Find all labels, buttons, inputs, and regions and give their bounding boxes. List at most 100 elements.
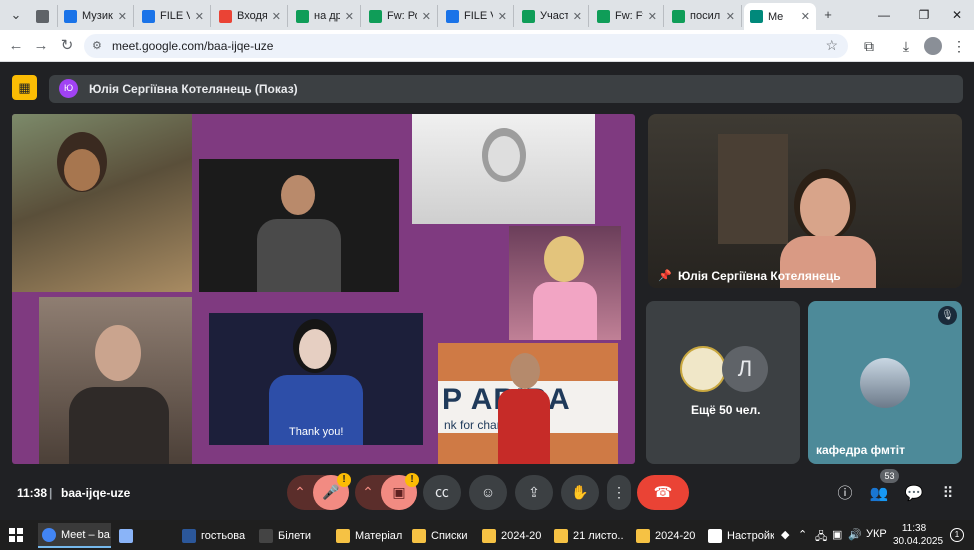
volume-icon[interactable]: 🔊 (848, 528, 862, 541)
taskbar-item[interactable]: Настройки (704, 523, 774, 548)
notifications-icon[interactable]: 1 (950, 528, 964, 542)
profile-avatar[interactable] (924, 37, 942, 55)
department-tile[interactable]: 🎙 кафедра фмтіт (808, 301, 962, 464)
taskbar-item[interactable]: 2024-2025 (632, 523, 696, 548)
browser-tab[interactable]: на дру ✕ (290, 5, 361, 27)
tab-close-icon[interactable]: ✕ (498, 10, 507, 23)
tray-app2-icon[interactable]: ▣ (832, 528, 842, 541)
classroom-icon (296, 9, 309, 23)
tab-close-icon[interactable]: ✕ (726, 10, 735, 23)
taskbar-item[interactable]: 21 листо... (550, 523, 624, 548)
network-icon[interactable]: 🖧 (815, 528, 827, 547)
others-count-label: Ещё 50 чел. (691, 403, 761, 417)
word-icon (182, 528, 196, 543)
activities-grid-icon[interactable]: ⠿ (937, 483, 959, 505)
tab-search-icon[interactable]: ⌄ (6, 6, 26, 24)
tab-close-icon[interactable]: ✕ (118, 10, 127, 23)
leave-call-icon[interactable]: ☎ (637, 475, 689, 510)
tray-chevron-icon[interactable]: ⌃ (798, 528, 807, 541)
taskbar-item[interactable]: 2024-2025 (478, 523, 542, 548)
file-icon (142, 9, 155, 23)
taskbar-item-label: 2024-2025 (655, 529, 696, 542)
browser-tab[interactable] (30, 5, 58, 27)
tab-title: Участ (540, 10, 568, 22)
presenter-title: Юлія Сергіївна Котелянець (Показ) (89, 82, 298, 96)
tab-close-icon[interactable]: ✕ (345, 10, 354, 23)
mic-options-chevron-icon[interactable]: ⌃ (287, 475, 313, 510)
taskbar-item[interactable] (115, 523, 141, 548)
captions-button-icon[interactable]: ㏄ (423, 475, 461, 510)
windows-start-icon[interactable] (9, 528, 23, 542)
tab-close-icon[interactable]: ✕ (272, 10, 281, 23)
forward-arrow-icon[interactable]: → (32, 37, 50, 55)
browser-tab[interactable]: FILE V ✕ (440, 5, 514, 27)
speaker-tile[interactable]: 📌 Юлія Сергіївна Котелянець (648, 114, 962, 288)
shared-screen[interactable]: Thank you! P ARIBA nk for changing wo (12, 114, 635, 464)
presentation-icon[interactable]: ▦ (12, 75, 37, 100)
new-tab-button[interactable]: + (818, 6, 838, 24)
others-tile[interactable]: Л Ещё 50 чел. (646, 301, 800, 464)
letter-avatar: Л (722, 346, 768, 392)
presenter-bar: Ю Юлія Сергіївна Котелянець (Показ) (49, 75, 963, 103)
gif-blonde-girl (509, 226, 621, 340)
tab-title: на дру (314, 10, 340, 22)
taskbar-item[interactable]: Списки (408, 523, 470, 548)
browser-tab[interactable]: Участ ✕ (516, 5, 589, 27)
taskbar-item[interactable]: гостьова ... (178, 523, 248, 548)
taskbar-item-label: Meet – ba... (61, 528, 111, 541)
gif-tennis-player: P ARIBA nk for changing wo (438, 343, 618, 464)
url-text[interactable]: meet.google.com/baa-ijqe-uze (112, 39, 273, 53)
app-icon (259, 528, 273, 543)
site-info-icon[interactable]: ⚙ (92, 39, 102, 52)
browser-tab[interactable]: Me ✕ (744, 3, 816, 30)
browser-tab[interactable]: посил ✕ (666, 5, 742, 27)
tray-app-icon[interactable]: ◆ (781, 528, 789, 541)
menu-kebab-icon[interactable]: ⋮ (950, 37, 968, 55)
meeting-info-icon[interactable]: ⓘ (834, 483, 856, 505)
browser-tab[interactable]: Входя ✕ (213, 5, 288, 27)
tab-title: FILE V (160, 10, 190, 22)
address-bar[interactable]: ⚙ meet.google.com/baa-ijqe-uze ☆ (84, 34, 848, 58)
system-clock[interactable]: 11:38 30.04.2025 (893, 522, 943, 548)
browser-tab[interactable]: Музик ✕ (58, 5, 134, 27)
taskbar-item-label: гостьова ... (201, 529, 248, 542)
present-screen-icon[interactable]: ⇪ (515, 475, 553, 510)
download-icon[interactable]: ⤓ (897, 37, 915, 55)
classroom-icon (672, 9, 685, 23)
tab-close-icon[interactable]: ✕ (573, 10, 582, 23)
camera-warning-icon: ! (405, 473, 419, 487)
back-arrow-icon[interactable]: ← (7, 37, 25, 55)
tab-close-icon[interactable]: ✕ (195, 10, 204, 23)
tab-close-icon[interactable]: ✕ (422, 10, 431, 23)
emoji-reaction-icon[interactable]: ☺ (469, 475, 507, 510)
taskbar-item[interactable]: Матеріал... (332, 523, 402, 548)
separator: | (49, 486, 53, 500)
people-icon[interactable]: 👥 (868, 483, 890, 505)
extensions-icon[interactable]: ⧉ (860, 37, 878, 55)
language-indicator[interactable]: УКР (866, 528, 887, 540)
speaker-name: Юлія Сергіївна Котелянець (678, 269, 841, 283)
taskbar-item[interactable]: Meet – ba... (38, 523, 111, 548)
browser-tab[interactable]: Fw: Fv ✕ (591, 5, 664, 27)
bookmark-star-icon[interactable]: ☆ (825, 37, 838, 54)
gif-girl-clapping (12, 114, 192, 292)
tab-title: Fw: Fv (615, 10, 643, 22)
tab-title: Me (768, 10, 784, 23)
gif-man-ok-sign (39, 297, 192, 464)
chat-icon[interactable]: 💬 (903, 483, 925, 505)
camera-options-chevron-icon[interactable]: ⌃ (355, 475, 381, 510)
mic-warning-icon: ! (337, 473, 351, 487)
raise-hand-icon[interactable]: ✋ (561, 475, 599, 510)
restore-icon[interactable]: ❐ (915, 6, 933, 24)
more-options-icon[interactable]: ⋮ (607, 475, 631, 510)
browser-tab[interactable]: Fw: Ро ✕ (363, 5, 438, 27)
taskbar-item[interactable]: Білети (255, 523, 325, 548)
reload-icon[interactable]: ↻ (58, 37, 76, 55)
minimize-icon[interactable]: — (875, 6, 893, 24)
browser-tab[interactable]: FILE V ✕ (136, 5, 211, 27)
close-window-icon[interactable]: ✕ (948, 6, 966, 24)
tab-close-icon[interactable]: ✕ (801, 10, 810, 23)
tab-close-icon[interactable]: ✕ (648, 10, 657, 23)
pin-icon[interactable]: 📌 (658, 269, 672, 282)
music-doc-icon (64, 9, 77, 23)
